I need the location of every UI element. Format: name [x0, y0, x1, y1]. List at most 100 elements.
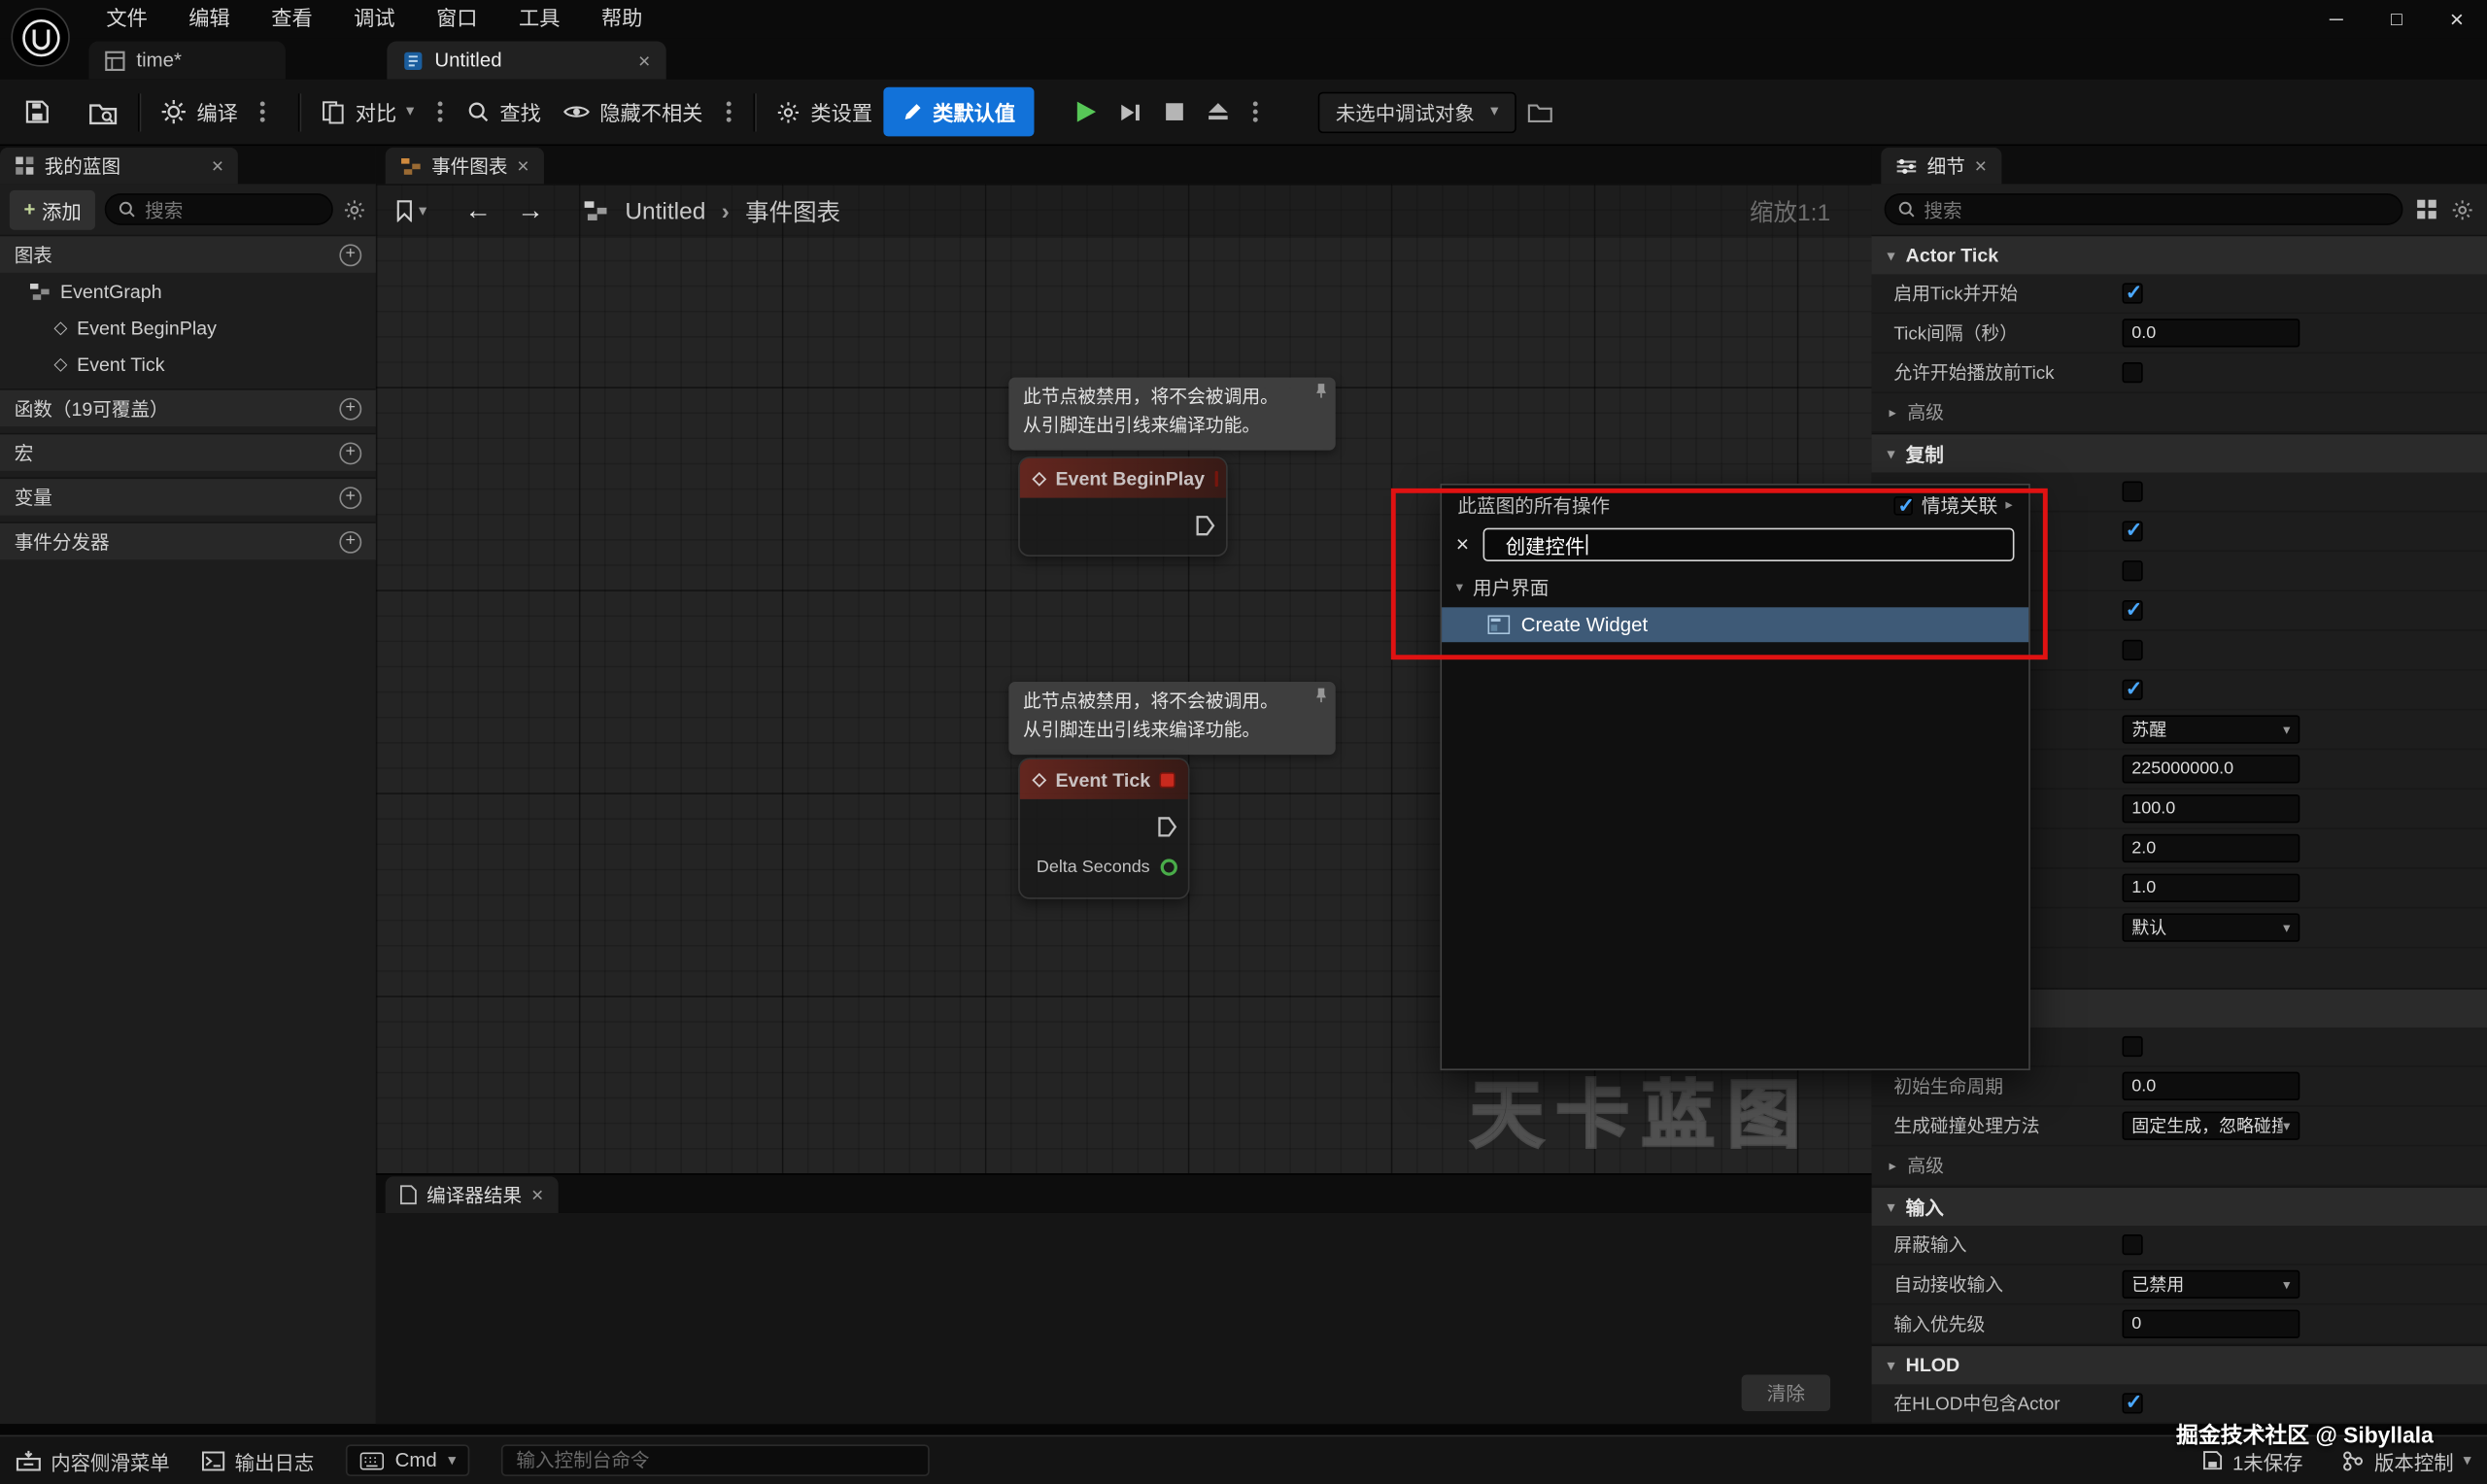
replication-checkbox-3[interactable]: [2122, 600, 2142, 621]
section-macros[interactable]: 宏 +: [0, 433, 376, 471]
close-icon[interactable]: ×: [517, 153, 528, 177]
tab-details[interactable]: 细节 ×: [1881, 148, 2000, 185]
net-update-frequency-input[interactable]: [2122, 794, 2300, 823]
menu-window[interactable]: 窗口: [416, 0, 498, 38]
class-defaults-button[interactable]: 类默认值: [884, 87, 1035, 137]
tree-item-tick[interactable]: ◇ Event Tick: [0, 346, 376, 383]
close-tab-icon[interactable]: ×: [638, 49, 650, 72]
tree-item-begin-play[interactable]: ◇ Event BeginPlay: [0, 309, 376, 346]
back-arrow-icon[interactable]: ←: [464, 195, 492, 227]
block-input-checkbox[interactable]: [2122, 1234, 2142, 1255]
forward-arrow-icon[interactable]: →: [517, 195, 544, 227]
tab-compiler-results[interactable]: 编译器结果 ×: [386, 1176, 558, 1213]
more-options-icon[interactable]: [438, 110, 443, 115]
eject-button[interactable]: [1196, 92, 1241, 132]
advanced-expander[interactable]: ▸ 高级: [1872, 1146, 2487, 1186]
menu-file[interactable]: 文件: [85, 0, 168, 38]
node-header[interactable]: ◇ Event BeginPlay: [1020, 458, 1226, 498]
float-output-pin[interactable]: [1159, 858, 1178, 877]
diff-button[interactable]: 对比 ▾: [309, 87, 425, 137]
tick-interval-input[interactable]: [2122, 319, 2300, 347]
close-window-button[interactable]: ×: [2427, 0, 2487, 38]
exec-output-pin[interactable]: [1155, 814, 1178, 837]
frame-skip-button[interactable]: [1108, 91, 1153, 132]
content-drawer-button[interactable]: 内容侧滑菜单: [16, 1445, 169, 1475]
stop-button[interactable]: [1153, 92, 1196, 132]
maximize-button[interactable]: □: [2367, 0, 2427, 38]
display-options-icon[interactable]: [2416, 198, 2438, 220]
debug-browse-button[interactable]: [1516, 90, 1563, 133]
actor-checkbox-0[interactable]: [2122, 1036, 2142, 1057]
category-actor-tick[interactable]: ▾ Actor Tick: [1872, 235, 2487, 275]
browse-asset-button[interactable]: [78, 89, 128, 134]
replication-checkbox-0[interactable]: [2122, 482, 2142, 502]
close-icon[interactable]: ×: [531, 1183, 543, 1206]
initial-life-span-input[interactable]: [2122, 1072, 2300, 1100]
add-button[interactable]: + 添加: [10, 189, 96, 229]
section-dispatchers[interactable]: 事件分发器 +: [0, 522, 376, 559]
add-graph-icon[interactable]: +: [339, 244, 361, 266]
replication-checkbox-4[interactable]: [2122, 640, 2142, 660]
filter-gear-icon[interactable]: [343, 197, 366, 220]
debug-object-dropdown[interactable]: 未选中调试对象 ▾: [1318, 91, 1516, 132]
my-blueprint-search-input[interactable]: 搜索: [105, 193, 333, 225]
breadcrumb-root[interactable]: Untitled: [625, 197, 705, 224]
hide-unrelated-button[interactable]: 隐藏不相关: [552, 87, 714, 137]
menu-edit[interactable]: 编辑: [168, 0, 251, 38]
bookmark-icon[interactable]: ▾: [395, 200, 427, 222]
spawn-collision-dropdown[interactable]: 固定生成，忽略碰撞▾: [2122, 1111, 2300, 1139]
input-priority-input[interactable]: [2122, 1310, 2300, 1338]
close-icon[interactable]: ×: [212, 153, 223, 177]
physics-replication-dropdown[interactable]: 默认▾: [2122, 913, 2300, 941]
add-dispatcher-icon[interactable]: +: [339, 530, 361, 553]
tree-item-eventgraph[interactable]: EventGraph: [0, 273, 376, 310]
add-macro-icon[interactable]: +: [339, 442, 361, 464]
advanced-expander[interactable]: ▸ 高级: [1872, 393, 2487, 433]
menu-debug[interactable]: 调试: [333, 0, 416, 38]
category-input[interactable]: ▾ 输入: [1872, 1186, 2487, 1226]
auto-receive-input-dropdown[interactable]: 已禁用▾: [2122, 1270, 2300, 1298]
pushpin-icon[interactable]: [1313, 382, 1329, 397]
section-graphs[interactable]: 图表 +: [0, 235, 376, 273]
section-variables[interactable]: 变量 +: [0, 477, 376, 515]
save-button[interactable]: [13, 88, 62, 134]
find-button[interactable]: 查找: [456, 87, 553, 137]
close-icon[interactable]: ×: [1975, 153, 1987, 177]
add-function-icon[interactable]: +: [339, 397, 361, 420]
exec-output-pin[interactable]: [1193, 513, 1216, 536]
more-options-icon[interactable]: [727, 110, 732, 115]
menu-view[interactable]: 查看: [251, 0, 333, 38]
section-functions[interactable]: 函数（19可覆盖） +: [0, 388, 376, 426]
add-variable-icon[interactable]: +: [339, 486, 361, 508]
play-button[interactable]: [1063, 90, 1108, 133]
class-settings-button[interactable]: 类设置: [765, 87, 883, 137]
replication-checkbox-2[interactable]: [2122, 560, 2142, 581]
net-dormancy-dropdown[interactable]: 苏醒▾: [2122, 715, 2300, 743]
clear-button[interactable]: 清除: [1742, 1375, 1830, 1412]
tab-untitled[interactable]: Untitled ×: [387, 41, 665, 79]
replication-checkbox-1[interactable]: [2122, 521, 2142, 541]
compile-options-icon[interactable]: [260, 110, 265, 115]
category-hlod[interactable]: ▾ HLOD: [1872, 1344, 2487, 1384]
settings-gear-icon[interactable]: [2450, 197, 2473, 220]
menu-tools[interactable]: 工具: [498, 0, 581, 38]
menu-help[interactable]: 帮助: [581, 0, 664, 38]
play-options-icon[interactable]: [1253, 110, 1258, 115]
start-with-tick-checkbox[interactable]: [2122, 283, 2142, 303]
details-search-input[interactable]: 搜索: [1885, 193, 2403, 225]
net-priority-input[interactable]: [2122, 874, 2300, 902]
node-event-begin-play[interactable]: ◇ Event BeginPlay: [1018, 456, 1228, 556]
tick-before-begin-checkbox[interactable]: [2122, 362, 2142, 383]
output-log-button[interactable]: 输出日志: [201, 1445, 314, 1475]
net-cull-distance-input[interactable]: [2122, 755, 2300, 783]
min-net-update-frequency-input[interactable]: [2122, 834, 2300, 862]
minimize-button[interactable]: ─: [2306, 0, 2367, 38]
console-mode-dropdown[interactable]: Cmd ▾: [346, 1444, 470, 1476]
category-replication[interactable]: ▾ 复制: [1872, 433, 2487, 473]
tab-time[interactable]: time*: [88, 41, 285, 79]
include-in-hlod-checkbox[interactable]: [2122, 1393, 2142, 1413]
tab-event-graph[interactable]: 事件图表 ×: [386, 148, 544, 185]
unreal-logo-icon[interactable]: [11, 8, 69, 66]
node-header[interactable]: ◇ Event Tick: [1020, 759, 1188, 799]
compile-button[interactable]: 编译: [149, 87, 289, 137]
